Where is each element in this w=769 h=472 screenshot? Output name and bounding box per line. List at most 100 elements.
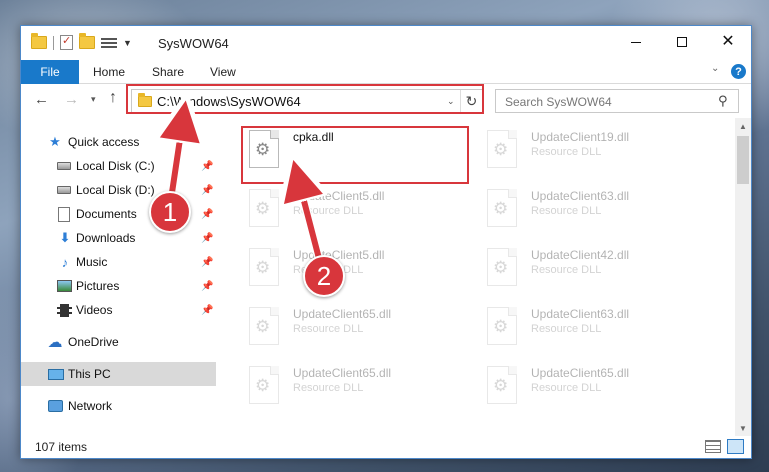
navigation-pane: ★ Quick access Local Disk (C:) 📌 Local D… (21, 118, 216, 436)
file-name: UpdateClient63.dll (531, 189, 630, 203)
pin-icon[interactable]: 📌 (201, 185, 213, 196)
sidebar-item-downloads[interactable]: ⬇ Downloads 📌 (21, 226, 216, 250)
file-name: UpdateClient63.dll (531, 307, 630, 321)
status-bar: 107 items (21, 436, 751, 458)
file-item[interactable]: ⚙ UpdateClient65.dll Resource DLL (249, 362, 479, 410)
expand-ribbon-icon[interactable]: ⌄ (711, 63, 719, 74)
sidebar-item-label: Downloads (76, 231, 136, 245)
sidebar-item-music[interactable]: ♪ Music 📌 (21, 250, 216, 274)
step-1-badge: 1 (149, 191, 191, 233)
dll-file-icon: ⚙ (487, 366, 517, 404)
star-icon: ★ (49, 134, 61, 149)
address-path[interactable]: C:\Windows\SysWOW64 (157, 94, 301, 109)
sidebar-item-label: OneDrive (68, 335, 119, 349)
refresh-button[interactable]: ↻ (460, 90, 482, 112)
scroll-up-icon[interactable]: ▲ (735, 118, 751, 134)
sidebar-item-quick-access[interactable]: ★ Quick access (21, 130, 216, 154)
large-icons-view-icon[interactable] (727, 439, 744, 454)
forward-button[interactable]: → (64, 91, 79, 108)
file-list: ⚙ cpka.dll ⚙ UpdateClient19.dll Resource… (217, 118, 735, 436)
window-title: SysWOW64 (158, 36, 229, 51)
file-type: Resource DLL (293, 205, 364, 217)
minimize-button[interactable] (613, 26, 659, 58)
close-icon: ✕ (721, 33, 735, 50)
recent-locations-button[interactable]: ▾ (91, 94, 96, 105)
pin-icon[interactable]: 📌 (201, 257, 213, 268)
dll-file-icon: ⚙ (249, 307, 279, 345)
file-type: Resource DLL (531, 323, 602, 335)
file-type: Resource DLL (293, 382, 364, 394)
file-item[interactable]: ⚙ UpdateClient63.dll Resource DLL (487, 185, 717, 233)
download-icon: ⬇ (59, 230, 71, 245)
dll-file-icon: ⚙ (487, 307, 517, 345)
file-item[interactable]: ⚙ UpdateClient63.dll Resource DLL (487, 303, 717, 351)
pin-icon[interactable]: 📌 (201, 281, 213, 292)
pin-icon[interactable]: 📌 (201, 305, 213, 316)
sidebar-item-onedrive[interactable]: ☁ OneDrive (21, 330, 216, 354)
maximize-button[interactable] (659, 26, 705, 58)
address-bar[interactable]: C:\Windows\SysWOW64 ⌄ ↻ (131, 89, 483, 113)
file-item[interactable]: ⚙ UpdateClient65.dll Resource DLL (487, 362, 717, 410)
pin-icon[interactable]: 📌 (201, 233, 213, 244)
pin-icon[interactable]: 📌 (201, 161, 213, 172)
navigation-bar: ← → ▾ ↑ C:\Windows\SysWOW64 ⌄ ↻ Search S… (21, 85, 751, 117)
chevron-down-icon[interactable]: ⌄ (447, 96, 455, 107)
tab-share[interactable]: Share (152, 65, 184, 79)
search-icon[interactable]: ⚲ (718, 93, 728, 109)
sidebar-item-this-pc[interactable]: This PC (21, 362, 216, 386)
file-item[interactable]: ⚙ UpdateClient5.dll Resource DLL (249, 185, 479, 233)
close-button[interactable]: ✕ (705, 26, 751, 58)
file-item[interactable]: ⚙ UpdateClient19.dll Resource DLL (487, 126, 717, 174)
file-type: Resource DLL (531, 382, 602, 394)
dll-file-icon: ⚙ (487, 189, 517, 227)
file-item[interactable]: ⚙ UpdateClient65.dll Resource DLL (249, 303, 479, 351)
pin-icon[interactable]: 📌 (201, 209, 213, 220)
scrollbar-thumb[interactable] (737, 136, 749, 184)
sidebar-item-label: Documents (76, 207, 137, 221)
file-name: cpka.dll (293, 130, 334, 144)
sidebar-item-videos[interactable]: Videos 📌 (21, 298, 216, 322)
music-icon: ♪ (61, 254, 69, 270)
dll-file-icon: ⚙ (249, 366, 279, 404)
sidebar-item-label: This PC (68, 367, 111, 381)
video-icon (57, 303, 72, 317)
sidebar-item-local-disk-c[interactable]: Local Disk (C:) 📌 (21, 154, 216, 178)
properties-icon[interactable] (60, 34, 73, 50)
help-icon[interactable]: ? (731, 64, 746, 79)
back-button[interactable]: ← (34, 91, 49, 108)
sidebar-item-label: Network (68, 399, 113, 413)
computer-icon (48, 368, 64, 380)
dll-file-icon: ⚙ (249, 189, 279, 227)
item-count: 107 items (35, 440, 88, 454)
details-view-icon[interactable] (705, 440, 721, 453)
step-2-badge: 2 (303, 255, 345, 297)
customize-view-icon[interactable] (101, 36, 117, 50)
pictures-icon (57, 280, 72, 292)
tab-home[interactable]: Home (93, 65, 125, 79)
sidebar-item-pictures[interactable]: Pictures 📌 (21, 274, 216, 298)
chevron-down-icon[interactable]: ▼ (123, 38, 132, 48)
up-button[interactable]: ↑ (109, 89, 117, 107)
file-name: UpdateClient42.dll (531, 248, 630, 262)
file-item[interactable]: ⚙ UpdateClient5.dll Resource DLL (249, 244, 479, 292)
file-name: UpdateClient5.dll (293, 189, 385, 203)
tab-file[interactable]: File (21, 60, 79, 84)
tab-view[interactable]: View (210, 65, 236, 79)
folder-icon (31, 33, 47, 49)
sidebar-item-network[interactable]: Network (21, 394, 216, 418)
drive-icon (57, 186, 71, 194)
vertical-scrollbar[interactable]: ▲ ▼ (735, 118, 751, 436)
file-item[interactable]: ⚙ UpdateClient42.dll Resource DLL (487, 244, 717, 292)
file-type: Resource DLL (531, 205, 602, 217)
dll-file-icon: ⚙ (487, 248, 517, 286)
search-input[interactable]: Search SysWOW64 ⚲ (495, 89, 739, 113)
maximize-icon (677, 37, 687, 47)
folder-icon (138, 93, 152, 107)
file-item-cpka-dll[interactable]: ⚙ cpka.dll (249, 126, 479, 174)
new-folder-icon[interactable] (79, 33, 95, 49)
scroll-down-icon[interactable]: ▼ (735, 420, 751, 436)
file-name: UpdateClient65.dll (293, 307, 392, 321)
sidebar-item-label: Pictures (76, 279, 120, 293)
drive-icon (57, 162, 71, 170)
quick-access-toolbar: ▼ (31, 33, 132, 50)
